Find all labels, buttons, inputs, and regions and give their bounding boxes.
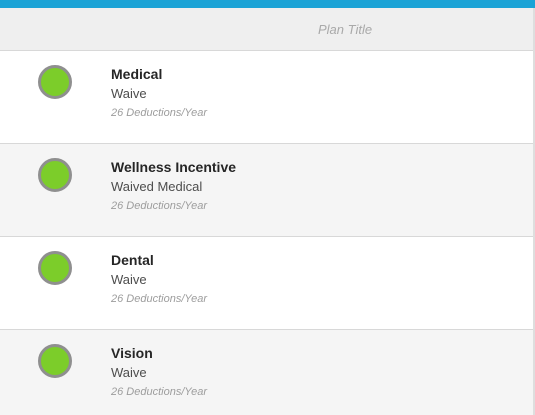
plan-rows: Medical Waive 26 Deductions/Year Wellnes… <box>0 51 533 415</box>
plan-name: Dental <box>111 252 154 268</box>
status-indicator-icon <box>38 344 72 378</box>
plan-row-wellness-incentive[interactable]: Wellness Incentive Waived Medical 26 Ded… <box>0 144 533 237</box>
plan-election-status: Waive <box>111 86 147 101</box>
plan-deduction-frequency: 26 Deductions/Year <box>111 386 208 398</box>
plan-deduction-frequency: 26 Deductions/Year <box>111 107 208 119</box>
plan-deduction-frequency: 26 Deductions/Year <box>111 293 208 305</box>
plan-election-status: Waived Medical <box>111 179 203 194</box>
plan-title-column-header[interactable]: Plan Title <box>318 22 372 37</box>
plan-election-status: Waive <box>111 272 147 287</box>
plan-deduction-frequency: 26 Deductions/Year <box>111 200 208 212</box>
table-header: Plan Title <box>0 8 533 51</box>
plan-row-dental[interactable]: Dental Waive 26 Deductions/Year <box>0 237 533 330</box>
plan-list-panel: Plan Title Medical Waive 26 Deductions/Y… <box>0 0 535 415</box>
plan-election-status: Waive <box>111 365 147 380</box>
status-indicator-icon <box>38 251 72 285</box>
status-indicator-icon <box>38 158 72 192</box>
plan-name: Medical <box>111 66 163 82</box>
plan-name: Wellness Incentive <box>111 159 237 175</box>
plan-row-vision[interactable]: Vision Waive 26 Deductions/Year <box>0 330 533 415</box>
status-indicator-icon <box>38 65 72 99</box>
plan-row-medical[interactable]: Medical Waive 26 Deductions/Year <box>0 51 533 144</box>
top-accent-bar <box>0 0 535 8</box>
plan-name: Vision <box>111 345 153 361</box>
